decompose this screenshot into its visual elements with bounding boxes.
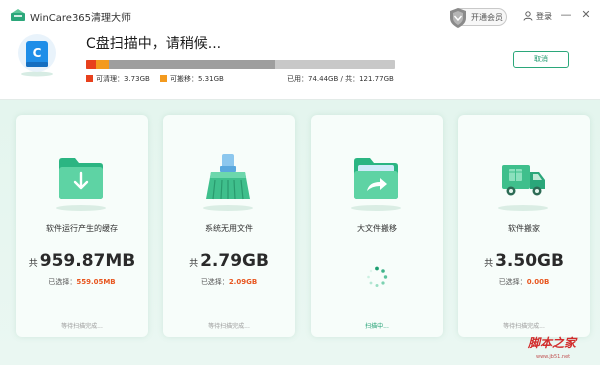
movable-legend: 可搬移：5.31GB [160,74,224,84]
size-value: 3.50GB [495,251,564,271]
c-drive-icon: C [18,34,56,77]
user-icon[interactable] [523,11,533,21]
cleanable-legend: 可清理：3.73GB [86,74,150,84]
loading-spinner-icon [367,266,388,287]
size-value: 959.87MB [39,251,136,271]
card-title: 软件搬家 [508,224,540,233]
selected-label: 已选择： [200,278,229,286]
size-value: 2.79GB [200,251,269,271]
card-system-junk[interactable]: 系统无用文件 共 2.79GB 已选择：2.09GB 等待扫描完成... [163,115,295,337]
selected-label: 已选择： [498,278,527,286]
selected-value: 559.05MB [76,278,116,286]
close-button[interactable]: ✕ [580,9,592,21]
card-selected: 已选择：2.09GB [163,277,295,287]
card-selected: 已选择：559.05MB [16,277,148,287]
cleanable-label: 可清理：3.73GB [96,75,150,83]
movable-swatch [160,75,167,82]
card-software-move[interactable]: 软件搬家 共 3.50GB 已选择：0.00B 等待扫描完成... [458,115,590,337]
moving-truck-icon [502,165,545,196]
scan-title: C盘扫描中，请稍候... [86,36,222,52]
vip-shield-icon [450,8,466,28]
watermark-url: www.jb51.net [536,354,571,360]
watermark: 脚本之家 www.jb51.net [528,334,594,364]
card-status: 等待扫描完成... [208,323,250,330]
card-status: 等待扫描完成... [61,323,103,330]
size-prefix: 共 [189,259,199,269]
vip-button[interactable]: 开通会员 [450,8,507,28]
disk-usage-label: 已用：74.44GB / 共：121.77GB [287,75,394,83]
folder-move-icon [354,158,398,199]
folder-download-icon [59,158,103,199]
movable-label: 可搬移：5.31GB [170,75,224,83]
card-status: 等待扫描完成... [503,323,545,330]
card-status: 扫描中... [365,323,389,330]
icon-shadow [56,205,106,211]
card-title: 大文件搬移 [357,224,397,233]
drive-letter: C [33,46,42,60]
app-logo-icon [11,9,25,21]
size-prefix: 共 [484,259,494,269]
login-link[interactable]: 登录 [536,11,552,22]
icon-shadow [203,205,253,211]
card-selected: 已选择：0.00B [458,277,590,287]
vip-label: 开通会员 [471,13,503,22]
selected-label: 已选择： [48,278,77,286]
minimize-button[interactable]: — [560,9,572,21]
card-size: 共 2.79GB [163,251,295,271]
broom-icon [206,154,250,200]
movable-segment [95,60,110,69]
icon-shadow [498,205,548,211]
cancel-button[interactable]: 取消 [513,51,569,68]
watermark-text: 脚本之家 [528,336,577,350]
selected-value: 0.00B [526,278,550,286]
card-title: 软件运行产生的缓存 [46,224,118,233]
card-large-file-move[interactable]: 大文件搬移 扫描中... [311,115,443,337]
cleanable-swatch [86,75,93,82]
disk-usage-bar [86,60,395,69]
card-title: 系统无用文件 [205,224,253,233]
app-title: WinCare365清理大师 [30,13,132,24]
icon-shadow [351,205,401,211]
used-segment [86,60,275,69]
title-bar: WinCare365清理大师 开通会员 登录 — ✕ C C盘扫描中，请稍候..… [0,0,600,100]
selected-value: 2.09GB [228,278,258,286]
card-size: 共 3.50GB [458,251,590,271]
card-size: 共 959.87MB [16,251,148,271]
size-prefix: 共 [28,259,38,269]
card-software-cache[interactable]: 软件运行产生的缓存 共 959.87MB 已选择：559.05MB 等待扫描完成.… [16,115,148,337]
cleanable-segment [86,60,96,69]
